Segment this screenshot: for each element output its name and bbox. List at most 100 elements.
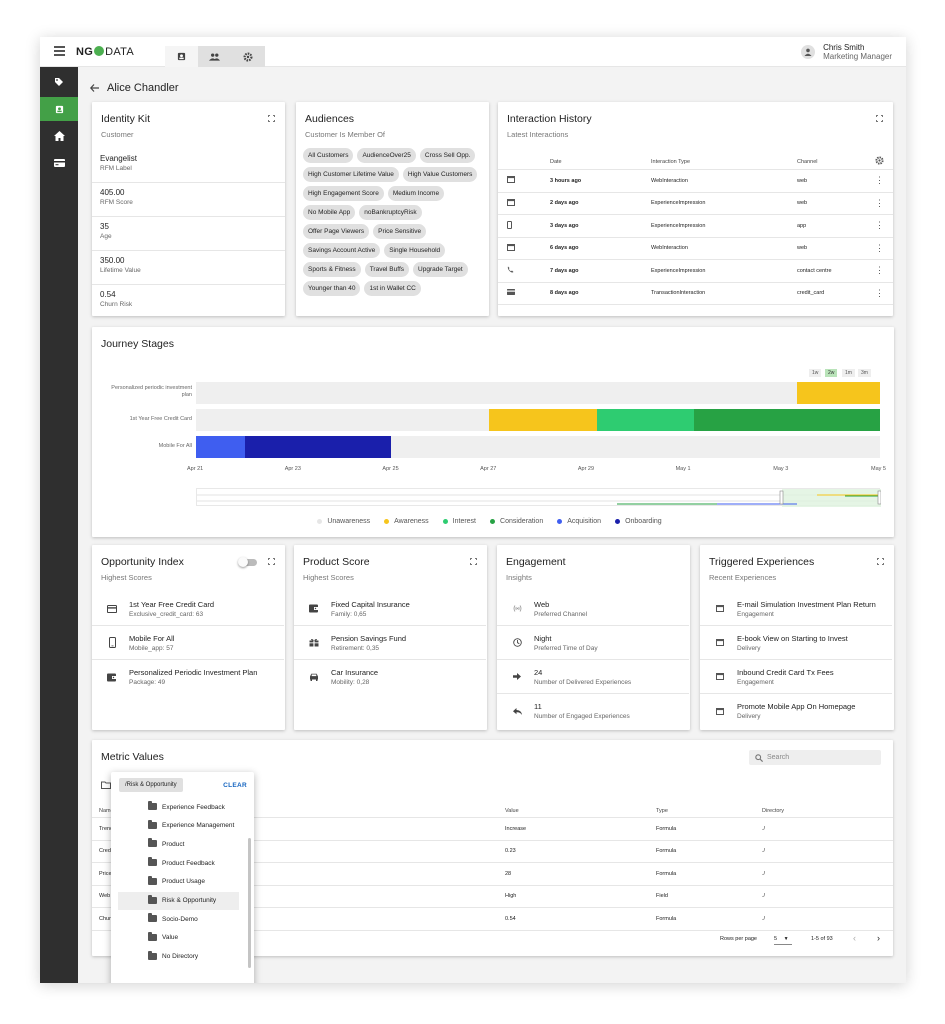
- audience-chip[interactable]: Upgrade Target: [413, 262, 468, 277]
- legend-item[interactable]: Onboarding: [615, 518, 662, 525]
- list-item[interactable]: Promote Mobile App On Homepage Delivery: [700, 694, 892, 728]
- expand-icon[interactable]: [267, 114, 277, 124]
- prev-page-icon[interactable]: ‹: [853, 933, 856, 943]
- column-header[interactable]: Date: [550, 159, 651, 165]
- scrollbar[interactable]: [248, 838, 251, 968]
- audience-chip[interactable]: High Value Customers: [402, 167, 478, 182]
- expand-icon[interactable]: [875, 114, 885, 124]
- audience-chip[interactable]: Younger than 40: [303, 281, 361, 296]
- more-vert-icon[interactable]: ⋮: [875, 176, 893, 185]
- journey-bar-consideration[interactable]: [694, 409, 880, 431]
- next-page-icon[interactable]: ›: [877, 933, 880, 943]
- directory-item[interactable]: Experience Management: [118, 817, 239, 835]
- audience-chip[interactable]: Medium Income: [387, 186, 445, 201]
- directory-item[interactable]: Experience Feedback: [118, 798, 239, 816]
- list-item[interactable]: E-book View on Starting to Invest Deliver…: [700, 626, 892, 660]
- directory-item[interactable]: Product Usage: [118, 873, 239, 891]
- tab-profile[interactable]: [165, 46, 198, 67]
- more-vert-icon[interactable]: ⋮: [875, 221, 893, 230]
- timeline-navigator[interactable]: [196, 488, 881, 507]
- folder-icon[interactable]: [101, 781, 111, 789]
- list-item[interactable]: Pension Savings Fund Retirement: 0,35: [294, 626, 486, 660]
- list-item[interactable]: 1st Year Free Credit Card Exclusive_credi…: [92, 592, 284, 626]
- legend-item[interactable]: Awareness: [384, 518, 429, 525]
- audience-chip[interactable]: AudienceOver25: [357, 148, 416, 163]
- audience-chip[interactable]: noBankruptcyRisk: [359, 205, 422, 220]
- audience-chip[interactable]: Savings Account Active: [303, 243, 381, 258]
- list-item[interactable]: 24 Number of Delivered Experiences: [497, 660, 689, 694]
- journey-bar-unawareness[interactable]: [391, 436, 880, 458]
- directory-item[interactable]: Product: [118, 835, 239, 853]
- zoom-3m[interactable]: 3m: [858, 369, 871, 377]
- list-item[interactable]: Fixed Capital Insurance Family: 0,65: [294, 592, 486, 626]
- list-item[interactable]: Personalized Periodic Investment Plan Pac…: [92, 660, 284, 694]
- toggle-switch[interactable]: [238, 557, 257, 567]
- audience-chip[interactable]: Offer Page Viewers: [303, 224, 370, 239]
- table-row[interactable]: 7 days ago ExperienceImpression contact ce…: [498, 260, 893, 283]
- list-item[interactable]: 11 Number of Engaged Experiences: [497, 694, 689, 728]
- more-vert-icon[interactable]: ⋮: [875, 266, 893, 275]
- table-row[interactable]: 3 days ago ExperienceImpression app ⋮: [498, 215, 893, 238]
- sidebar-item-tags[interactable]: [40, 70, 78, 94]
- list-item[interactable]: Inbound Credit Card Tx Fees Engagement: [700, 660, 892, 694]
- audience-chip[interactable]: Single Household: [384, 243, 446, 258]
- search-input[interactable]: Search: [749, 750, 881, 765]
- rows-per-page-select[interactable]: 5 ▼: [774, 936, 792, 945]
- tab-settings[interactable]: [231, 46, 264, 67]
- more-vert-icon[interactable]: ⋮: [875, 288, 893, 298]
- expand-icon[interactable]: [876, 557, 886, 567]
- audience-chip[interactable]: High Engagement Score: [303, 186, 384, 201]
- audience-chip[interactable]: All Customers: [303, 148, 354, 163]
- clear-button[interactable]: CLEAR: [223, 782, 247, 789]
- list-item[interactable]: E-mail Simulation Investment Plan Return…: [700, 592, 892, 626]
- list-item[interactable]: Web Preferred Channel: [497, 592, 689, 626]
- legend-item[interactable]: Consideration: [490, 518, 543, 525]
- list-item[interactable]: Mobile For All Mobile_app: 57: [92, 626, 284, 660]
- sidebar-item-profile[interactable]: [40, 97, 78, 121]
- table-row[interactable]: 6 days ago WebInteraction web ⋮: [498, 238, 893, 260]
- gear-icon[interactable]: [875, 156, 884, 165]
- menu-icon[interactable]: [54, 46, 65, 56]
- journey-bar-awareness[interactable]: [796, 382, 880, 404]
- more-vert-icon[interactable]: ⋮: [875, 198, 893, 208]
- sidebar-item-billing[interactable]: [40, 151, 78, 175]
- expand-icon[interactable]: [469, 557, 479, 567]
- audience-chip[interactable]: Price Sensitive: [373, 224, 427, 239]
- table-row[interactable]: 8 days ago TransactionInteraction credit_c…: [498, 283, 893, 305]
- journey-bar-awareness[interactable]: [489, 409, 597, 431]
- tab-people[interactable]: [198, 46, 231, 67]
- audience-chip[interactable]: Travel Buffs: [364, 262, 410, 277]
- zoom-2w[interactable]: 2w: [825, 369, 838, 377]
- directory-item[interactable]: Risk & Opportunity: [118, 891, 239, 910]
- zoom-1m[interactable]: 1m: [842, 369, 855, 377]
- column-header[interactable]: Value: [505, 808, 519, 814]
- directory-item[interactable]: No Directory: [118, 948, 239, 966]
- more-vert-icon[interactable]: ⋮: [875, 243, 893, 253]
- journey-bar-acquisition[interactable]: [196, 436, 245, 458]
- back-arrow-icon[interactable]: [90, 84, 99, 92]
- legend-item[interactable]: Unawareness: [317, 518, 370, 525]
- column-header[interactable]: Interaction Type: [651, 159, 797, 165]
- journey-bar-onboarding[interactable]: [244, 436, 392, 458]
- legend-item[interactable]: Acquisition: [557, 518, 601, 525]
- directory-item[interactable]: Value: [118, 929, 239, 947]
- expand-icon[interactable]: [267, 557, 277, 567]
- directory-item[interactable]: Socio-Demo: [118, 910, 239, 928]
- audience-chip[interactable]: Cross Sell Opp.: [419, 148, 476, 163]
- audience-chip[interactable]: No Mobile App: [303, 205, 356, 220]
- list-item[interactable]: Car Insurance Mobility: 0,28: [294, 660, 486, 694]
- user-menu[interactable]: Chris Smith Marketing Manager: [801, 43, 892, 61]
- column-header[interactable]: Directory: [762, 808, 784, 814]
- column-header[interactable]: Channel: [797, 159, 875, 165]
- zoom-1w[interactable]: 1w: [809, 369, 822, 377]
- legend-item[interactable]: Interest: [442, 518, 476, 525]
- sidebar-item-home[interactable]: [40, 124, 78, 148]
- table-row[interactable]: 2 days ago ExperienceImpression web ⋮: [498, 193, 893, 215]
- journey-bar-unawareness[interactable]: [196, 409, 490, 431]
- directory-chip[interactable]: /Risk & Opportunity: [119, 778, 183, 792]
- audience-chip[interactable]: 1st in Wallet CC: [364, 281, 421, 296]
- table-row[interactable]: 3 hours ago WebInteraction web ⋮: [498, 170, 893, 193]
- column-header[interactable]: Type: [656, 808, 668, 814]
- list-item[interactable]: Night Preferred Time of Day: [497, 626, 689, 660]
- audience-chip[interactable]: Sports & Fitness: [303, 262, 361, 277]
